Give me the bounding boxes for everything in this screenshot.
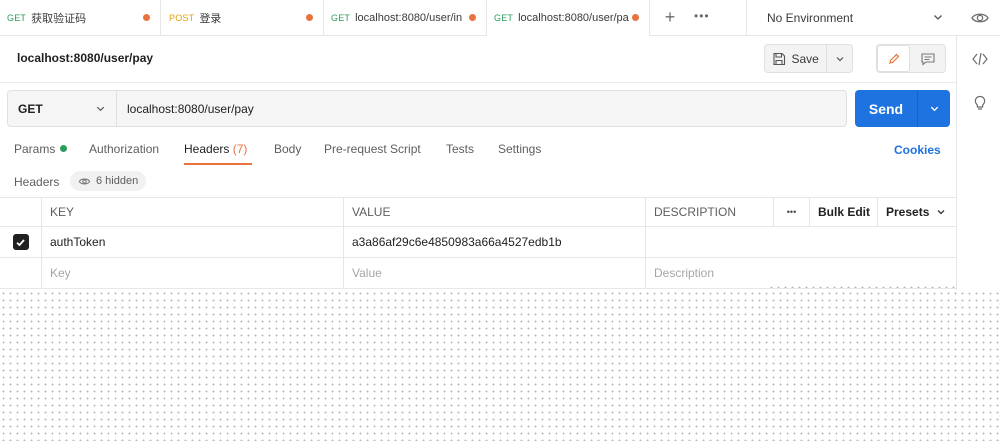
save-options-button[interactable] <box>827 45 852 72</box>
more-horizontal-icon[interactable]: ••• <box>694 9 710 23</box>
divider <box>0 82 956 83</box>
eye-icon[interactable] <box>970 8 990 28</box>
tab-method: GET <box>494 12 514 23</box>
send-options-button[interactable] <box>918 90 950 127</box>
tab-post-login[interactable]: POST 登录 <box>161 0 324 36</box>
tab-count: (7) <box>232 142 248 156</box>
chevron-down-icon <box>96 106 105 112</box>
tab-name: localhost:8080/user/in <box>355 12 463 24</box>
new-value-input[interactable]: Value <box>343 258 645 288</box>
row-enabled-checkbox[interactable] <box>12 234 29 250</box>
more-horizontal-icon[interactable]: ••• <box>773 198 809 226</box>
eye-icon <box>78 178 91 184</box>
tab-tests[interactable]: Tests <box>446 142 474 156</box>
right-sidebar <box>956 36 1000 290</box>
table-header-row: KEY VALUE DESCRIPTION ••• Bulk Edit Pres… <box>0 197 956 227</box>
bulk-edit-button[interactable]: Bulk Edit <box>809 198 877 226</box>
tab-settings[interactable]: Settings <box>498 142 541 156</box>
header-value-input[interactable]: a3a86af29c6e4850983a66a4527edb1b <box>343 227 645 257</box>
headers-section-label: Headers <box>14 175 60 189</box>
tab-name: 获取验证码 <box>31 13 87 25</box>
check-icon <box>16 238 25 246</box>
comment-icon <box>920 52 935 66</box>
tab-method: POST <box>169 13 195 23</box>
presets-dropdown[interactable]: Presets <box>877 198 956 226</box>
method-value: GET <box>18 101 43 116</box>
active-tab-indicator <box>184 163 252 165</box>
tab-method: GET <box>331 13 351 23</box>
view-mode-toggle <box>876 44 946 73</box>
send-group: Send <box>855 90 950 127</box>
tab-get-captcha[interactable]: GET 获取验证码 <box>0 0 161 36</box>
environment-selector[interactable]: No Environment <box>746 0 956 36</box>
save-icon <box>773 52 786 65</box>
tab-name: localhost:8080/user/pa <box>518 11 629 24</box>
new-key-input[interactable]: Key <box>41 258 343 288</box>
column-header-key: KEY <box>41 198 343 226</box>
tab-method: GET <box>7 13 27 23</box>
tab-name: 登录 <box>199 13 222 25</box>
column-header-value: VALUE <box>343 198 645 226</box>
tab-label: Params <box>14 142 56 156</box>
url-bar: GET localhost:8080/user/pay <box>7 90 847 127</box>
tab-authorization[interactable]: Authorization <box>89 142 159 156</box>
tab-get-user-pay[interactable]: GET localhost:8080/user/pa <box>487 0 650 36</box>
pencil-icon <box>888 53 899 64</box>
row-checkbox-cell <box>0 258 41 288</box>
request-title[interactable]: localhost:8080/user/pay <box>17 51 153 65</box>
code-icon[interactable] <box>971 50 989 68</box>
chevron-down-icon <box>930 106 938 112</box>
hidden-count: 6 hidden <box>96 175 139 187</box>
chevron-down-icon <box>836 56 844 61</box>
send-button[interactable]: Send <box>855 90 918 127</box>
chevron-down-icon <box>934 15 942 20</box>
url-input[interactable]: localhost:8080/user/pay <box>117 91 846 126</box>
tab-pre-request-script[interactable]: Pre-request Script <box>324 142 421 156</box>
column-header-description: DESCRIPTION <box>645 198 773 226</box>
tab-params[interactable]: Params <box>14 142 68 156</box>
unsaved-dot <box>306 14 313 21</box>
status-dot <box>60 145 68 152</box>
tab-label: Headers <box>184 142 230 156</box>
row-checkbox-cell <box>0 227 41 257</box>
environment-label: No Environment <box>767 11 854 25</box>
save-group: Save <box>764 44 853 73</box>
unsaved-dot <box>632 14 639 21</box>
empty-response-area <box>0 290 1000 441</box>
tab-get-user-in[interactable]: GET localhost:8080/user/in <box>324 0 487 36</box>
lightbulb-icon[interactable] <box>971 94 989 112</box>
table-row: authToken a3a86af29c6e4850983a66a4527edb… <box>0 227 956 258</box>
chevron-down-icon <box>937 210 945 215</box>
edit-mode-button[interactable] <box>877 45 910 72</box>
checkbox-column-header <box>0 198 41 226</box>
method-select[interactable]: GET <box>8 91 117 126</box>
table-row-new: Key Value Description <box>0 258 956 289</box>
cookies-link[interactable]: Cookies <box>894 143 941 157</box>
presets-label: Presets <box>886 205 930 219</box>
tab-bar: GET 获取验证码 POST 登录 GET localhost:8080/use… <box>0 0 1000 36</box>
tab-headers[interactable]: Headers (7) <box>184 142 247 156</box>
unsaved-dot <box>469 14 476 21</box>
header-key-input[interactable]: authToken <box>41 227 343 257</box>
save-label: Save <box>791 51 819 66</box>
header-description-input[interactable] <box>645 227 956 257</box>
show-hidden-headers-button[interactable]: 6 hidden <box>70 171 147 191</box>
tab-body[interactable]: Body <box>274 142 301 156</box>
new-description-input[interactable]: Description <box>645 258 956 288</box>
plus-icon[interactable]: + <box>661 8 679 26</box>
unsaved-dot <box>143 14 150 21</box>
save-button[interactable]: Save <box>765 45 828 72</box>
documentation-mode-button[interactable] <box>910 45 945 72</box>
